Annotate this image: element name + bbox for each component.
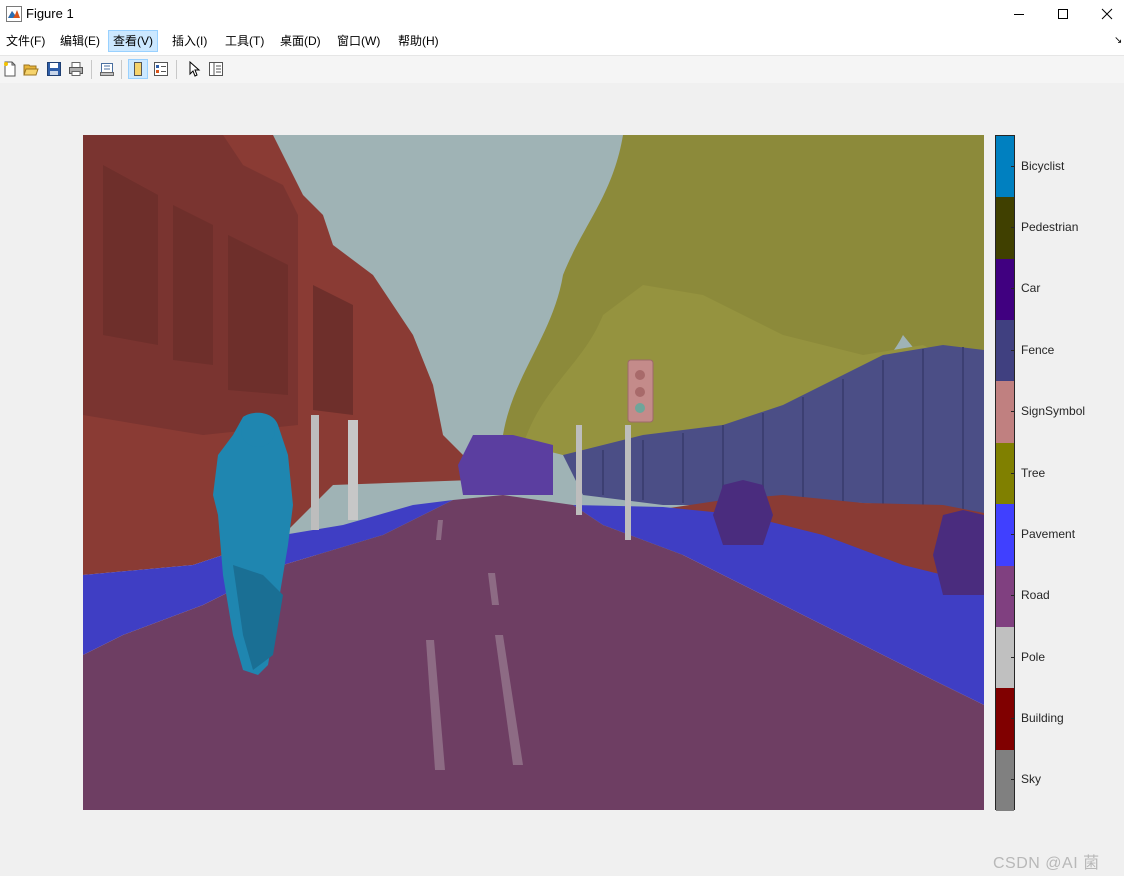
close-icon [1101,8,1113,20]
menu-view[interactable]: 查看(V) [108,30,158,52]
title-bar: Figure 1 [0,0,1124,28]
show-plot-tools-button[interactable] [151,59,171,79]
colorbar-swatch [996,258,1014,321]
menu-edit[interactable]: 编辑(E) [56,31,104,51]
colorbar-label: SignSymbol [1021,404,1086,419]
link-plot-button[interactable] [97,59,117,79]
menu-help[interactable]: 帮助(H) [394,31,443,51]
colorbar-tick [1011,165,1015,167]
colorbar-tick [1011,227,1015,229]
watermark-text: CSDN @AI 菌 [993,855,1100,872]
hide-plot-tools-icon [134,62,142,76]
colorbar-swatch [996,565,1014,628]
window-title: Figure 1 [26,6,74,21]
colorbar-label: Pole [1021,649,1046,664]
colorbar-label: Car [1021,281,1041,296]
toolbar-separator [121,60,122,79]
new-figure-icon [4,61,16,77]
menu-tools[interactable]: 工具(T) [221,31,268,51]
menu-window[interactable]: 窗口(W) [333,31,384,51]
minimize-button[interactable] [996,0,1042,28]
edit-plot-button[interactable] [184,59,204,79]
toolbar-separator [91,60,92,79]
segmentation-overlay-image [83,135,984,810]
colorbar-label: Bicyclist [1021,158,1065,173]
colorbar-swatch [996,442,1014,505]
print-icon [69,62,83,76]
colorbar-label: Tree [1021,465,1046,480]
colorbar-label: Building [1021,710,1064,725]
menu-expand-arrow-icon[interactable]: ↘ [1114,35,1122,46]
toolbar-separator [176,60,177,79]
colorbar-tick [1011,717,1015,719]
colorbar-tick [1011,533,1015,535]
colorbar-label: Road [1021,588,1050,603]
maximize-button[interactable] [1040,0,1086,28]
colorbar-swatch [996,504,1014,567]
close-button[interactable] [1084,0,1124,28]
figure-canvas[interactable]: Bicyclist Pedestrian Car Fence SignSymbol Tre… [0,83,1124,876]
link-plot-icon [100,63,114,76]
colorbar-tick [1011,595,1015,597]
colorbar-swatch [996,136,1014,198]
colorbar-tick [1011,472,1015,474]
save-button[interactable] [44,59,64,79]
figure-toolbar [0,55,1124,84]
new-figure-button[interactable] [0,59,20,79]
colorbar-tick [1011,656,1015,658]
colorbar-label: Pedestrian [1021,220,1079,235]
print-button[interactable] [66,59,86,79]
show-plot-tools-icon [154,62,168,76]
colorbar-swatch [996,197,1014,260]
colorbar-tick [1011,779,1015,781]
maximize-icon [1058,9,1068,19]
colorbar-swatch [996,688,1014,751]
colorbar-label: Fence [1021,342,1055,357]
colorbar-tick [1011,288,1015,290]
matlab-app-icon [6,6,22,22]
edit-plot-pointer-icon [189,61,201,77]
open-file-button[interactable] [21,59,41,79]
colorbar-swatch [996,626,1014,689]
colorbar-swatch [996,320,1014,382]
property-inspector-icon [209,62,223,76]
menu-insert[interactable]: 插入(I) [168,31,211,51]
colorbar-swatch [996,749,1014,812]
menu-desktop[interactable]: 桌面(D) [276,31,325,51]
property-inspector-button[interactable] [206,59,226,79]
hide-plot-tools-button[interactable] [128,59,148,79]
menu-file[interactable]: 文件(F) [2,31,49,51]
save-icon [47,62,61,76]
minimize-icon [1014,14,1024,15]
colorbar-swatch [996,381,1014,444]
colorbar-label: Sky [1021,772,1042,787]
menu-bar: 文件(F) 编辑(E) 查看(V) 插入(I) 工具(T) 桌面(D) 窗口(W… [0,28,1124,55]
colorbar-tick [1011,349,1015,351]
colorbar-tick [1011,411,1015,413]
colorbar-label: Pavement [1021,526,1076,541]
open-folder-icon [23,64,39,76]
